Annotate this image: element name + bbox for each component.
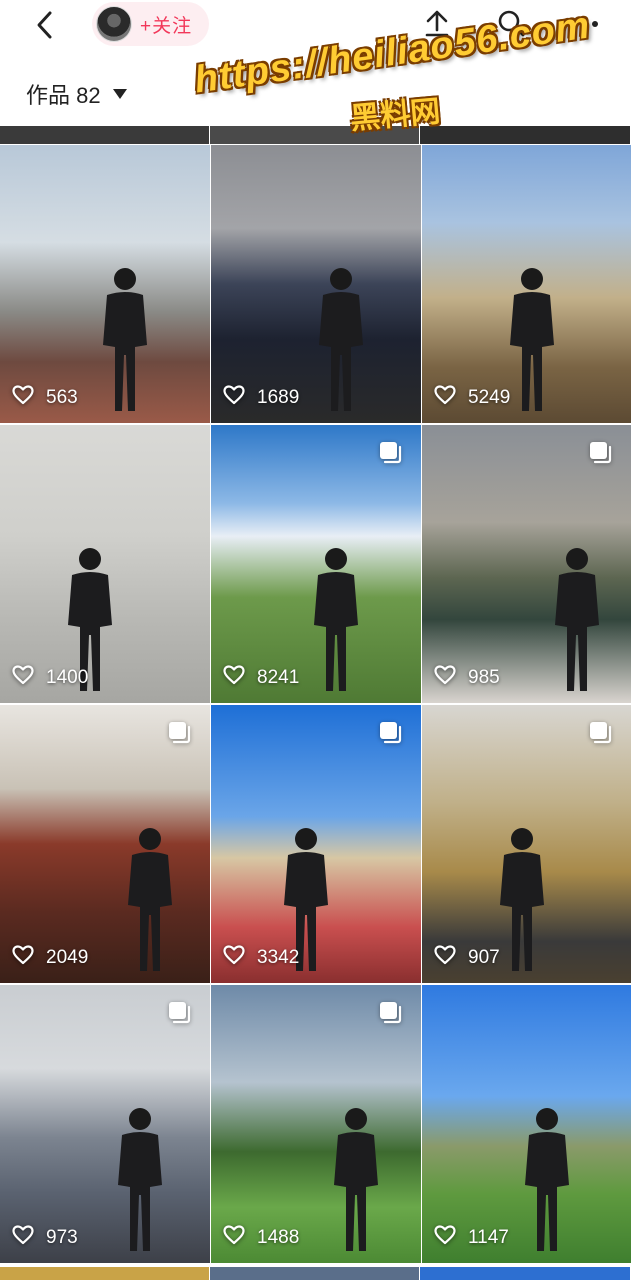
avatar[interactable]: [96, 6, 132, 42]
video-tile[interactable]: 1400: [0, 425, 210, 703]
like-count: 563: [12, 385, 78, 411]
like-count: 985: [434, 665, 500, 691]
video-tile[interactable]: 985: [422, 425, 631, 703]
like-count: 973: [12, 1225, 78, 1251]
search-icon[interactable]: [494, 6, 528, 42]
like-count-value: 973: [46, 1227, 78, 1248]
video-tile[interactable]: 1488: [211, 985, 421, 1263]
like-count: 3342: [223, 945, 299, 971]
multi-image-icon: [168, 721, 192, 745]
like-count-value: 907: [468, 947, 500, 968]
video-tile[interactable]: 563: [0, 145, 210, 423]
like-count-value: 1488: [257, 1227, 300, 1248]
heart-icon: [223, 945, 245, 971]
share-icon[interactable]: [420, 6, 454, 42]
like-count-value: 8241: [257, 667, 300, 688]
like-count-value: 5249: [468, 387, 511, 408]
like-count: 1400: [12, 665, 88, 691]
next-row-strip: [0, 1267, 631, 1280]
heart-icon: [223, 665, 245, 691]
person-silhouette: [306, 545, 366, 700]
video-tile[interactable]: 5249: [422, 145, 631, 423]
heart-icon: [223, 385, 245, 411]
like-count-value: 1689: [257, 387, 300, 408]
follow-button[interactable]: +关注: [92, 2, 209, 46]
heart-icon: [12, 385, 34, 411]
multi-image-icon: [379, 1001, 403, 1025]
like-count: 1488: [223, 1225, 299, 1251]
like-count-value: 3342: [257, 947, 300, 968]
back-arrow-icon[interactable]: [30, 8, 62, 42]
multi-image-icon: [589, 441, 613, 465]
dropdown-caret-icon: [112, 89, 127, 99]
like-count: 1689: [223, 385, 299, 411]
video-tile[interactable]: 8241: [211, 425, 421, 703]
like-count: 1147: [434, 1225, 509, 1251]
like-count: 907: [434, 945, 500, 971]
heart-icon: [223, 1225, 245, 1251]
like-count-value: 985: [468, 667, 500, 688]
works-count-label: 作品 82: [26, 83, 101, 108]
follow-label: +关注: [140, 15, 193, 37]
person-silhouette: [502, 265, 562, 420]
person-silhouette: [492, 825, 552, 980]
person-silhouette: [110, 1105, 170, 1260]
video-tile[interactable]: 973: [0, 985, 210, 1263]
person-silhouette: [120, 825, 180, 980]
previous-row-strip: [0, 126, 631, 144]
heart-icon: [434, 1225, 456, 1251]
like-count: 8241: [223, 665, 299, 691]
heart-icon: [12, 945, 34, 971]
multi-image-icon: [379, 721, 403, 745]
heart-icon: [434, 385, 456, 411]
person-silhouette: [517, 1105, 577, 1260]
like-count-value: 2049: [46, 947, 89, 968]
multi-image-icon: [589, 721, 613, 745]
person-silhouette: [547, 545, 607, 700]
person-silhouette: [95, 265, 155, 420]
video-tile[interactable]: 1147: [422, 985, 631, 1263]
like-count-value: 1400: [46, 667, 89, 688]
multi-image-icon: [379, 441, 403, 465]
works-grid: 563 1689 5249 1400 8241 985 2049 3342 907 973 1488…: [0, 145, 631, 1263]
person-silhouette: [311, 265, 371, 420]
like-count: 5249: [434, 385, 510, 411]
like-count-value: 563: [46, 387, 78, 408]
person-silhouette: [326, 1105, 386, 1260]
like-count: 2049: [12, 945, 88, 971]
top-bar: +关注: [0, 0, 631, 52]
multi-image-icon: [168, 1001, 192, 1025]
heart-icon: [12, 1225, 34, 1251]
heart-icon: [12, 665, 34, 691]
video-tile[interactable]: 3342: [211, 705, 421, 983]
heart-icon: [434, 945, 456, 971]
like-count-value: 1147: [468, 1227, 509, 1248]
more-icon[interactable]: [564, 6, 602, 42]
heart-icon: [434, 665, 456, 691]
video-tile[interactable]: 1689: [211, 145, 421, 423]
video-tile[interactable]: 2049: [0, 705, 210, 983]
video-tile[interactable]: 907: [422, 705, 631, 983]
works-filter[interactable]: 作品 82: [26, 78, 127, 110]
